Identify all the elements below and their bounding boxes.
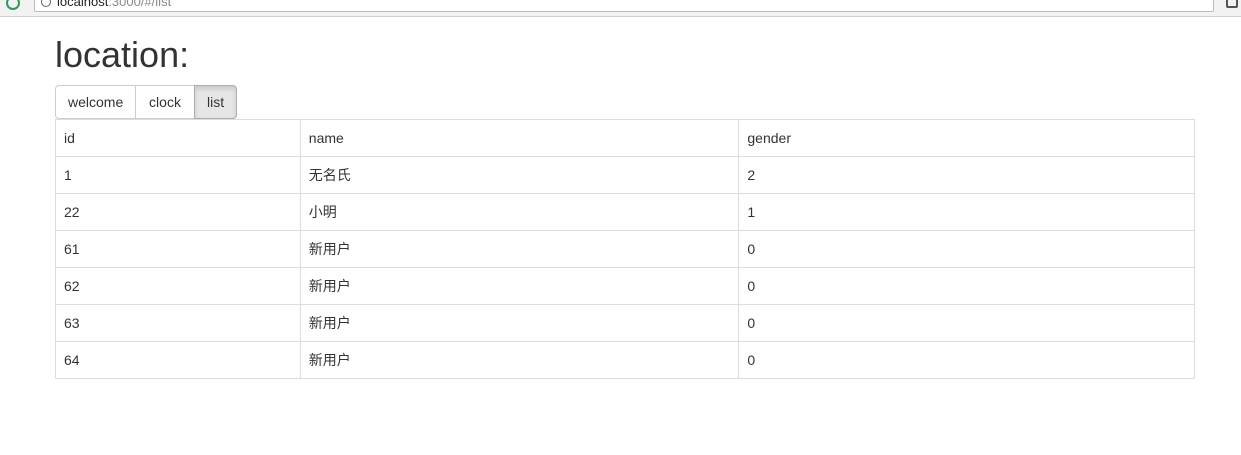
clock-button[interactable]: clock: [135, 85, 195, 119]
cell-gender: 0: [738, 230, 1195, 268]
cell-gender: 2: [738, 156, 1195, 194]
cell-id: 22: [55, 193, 301, 231]
url-host: localhost: [57, 0, 109, 9]
page-title: location:: [55, 34, 190, 75]
table-row: 1 无名氏 2: [55, 156, 1195, 194]
cell-name: 小明: [299, 193, 740, 231]
cell-gender: 0: [738, 267, 1195, 305]
cell-id: 64: [55, 341, 301, 379]
column-header-gender: gender: [738, 119, 1195, 157]
address-bar[interactable]: localhost:3000/#/list: [34, 0, 1214, 12]
cell-name: 新用户: [299, 230, 740, 268]
table-row: 61 新用户 0: [55, 230, 1195, 268]
table-row: 63 新用户 0: [55, 304, 1195, 342]
extension-icon[interactable]: [1226, 0, 1238, 8]
info-icon[interactable]: [41, 0, 51, 7]
cell-name: 新用户: [299, 267, 740, 305]
url-path: :3000/#/list: [108, 0, 172, 9]
column-header-id: id: [55, 119, 301, 157]
cell-gender: 0: [738, 341, 1195, 379]
table-row: 64 新用户 0: [55, 341, 1195, 379]
user-table: id name gender 1 无名氏 2 22 小明 1 61 新用户 0 …: [55, 119, 1195, 379]
url-text: localhost:3000/#/list: [57, 0, 171, 9]
table-row: 22 小明 1: [55, 193, 1195, 231]
table-row: 62 新用户 0: [55, 267, 1195, 305]
cell-id: 62: [55, 267, 301, 305]
cell-name: 新用户: [299, 341, 740, 379]
browser-toolbar: localhost:3000/#/list: [0, 0, 1241, 17]
cell-name: 无名氏: [299, 156, 740, 194]
cell-id: 63: [55, 304, 301, 342]
cell-gender: 1: [738, 193, 1195, 231]
route-button-group: welcome clock list: [55, 85, 237, 119]
cell-id: 61: [55, 230, 301, 268]
cell-name: 新用户: [299, 304, 740, 342]
cell-id: 1: [55, 156, 301, 194]
welcome-button[interactable]: welcome: [55, 85, 136, 119]
column-header-name: name: [299, 119, 740, 157]
reload-icon[interactable]: [6, 0, 20, 10]
cell-gender: 0: [738, 304, 1195, 342]
table-header-row: id name gender: [55, 119, 1195, 157]
list-button[interactable]: list: [194, 85, 237, 119]
